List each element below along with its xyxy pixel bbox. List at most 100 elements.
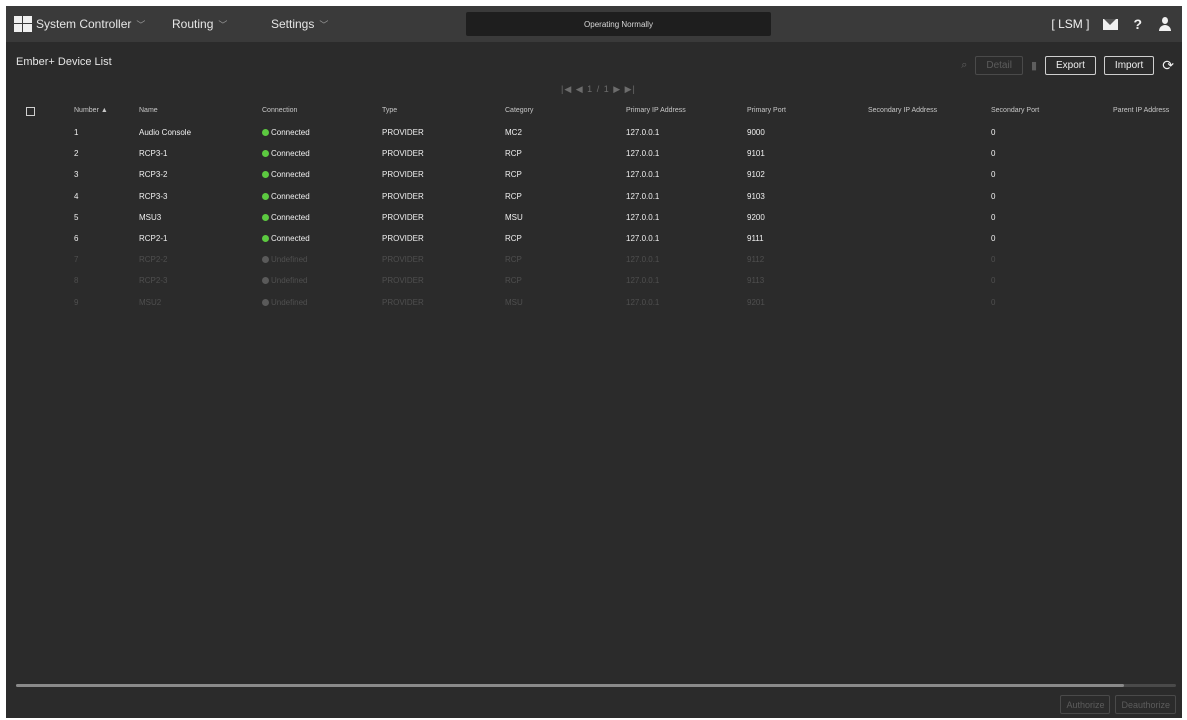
cell-connection: Undefined — [262, 255, 307, 264]
connection-text: Connected — [271, 170, 310, 180]
table-row[interactable]: 5 MSU3 Connected PROVIDER MSU 127.0.0.1 … — [6, 207, 1182, 228]
status-dot-icon — [262, 298, 269, 306]
routing-menu[interactable]: Routing ﹀ — [172, 6, 227, 42]
pagination[interactable]: |◀ ◀ 1 / 1 ▶ ▶| — [561, 84, 636, 95]
trash-icon[interactable]: ▮ — [1031, 59, 1037, 72]
header-secondary-ip[interactable]: Secondary IP Address — [868, 107, 937, 114]
table-body: 1 Audio Console Connected PROVIDER MC2 1… — [6, 122, 1182, 313]
cell-name: RCP3-1 — [139, 149, 168, 159]
cell-secondary-port: 0 — [991, 297, 996, 307]
top-right-controls: [ LSM ] ? — [1051, 6, 1182, 42]
cell-category: RCP — [505, 170, 522, 180]
status-dot-icon — [262, 277, 269, 285]
cell-connection: Connected — [262, 149, 310, 158]
status-dot-icon — [262, 129, 269, 136]
cell-connection: Undefined — [262, 298, 307, 307]
settings-label: Settings — [271, 17, 315, 31]
cell-type: PROVIDER — [382, 233, 424, 243]
table-row[interactable]: 1 Audio Console Connected PROVIDER MC2 1… — [6, 122, 1182, 143]
header-type[interactable]: Type — [382, 107, 397, 114]
cell-connection: Connected — [262, 128, 310, 137]
header-primary-port[interactable]: Primary Port — [747, 107, 786, 114]
lsm-mode-indicator[interactable]: [ LSM ] — [1051, 17, 1089, 31]
cell-secondary-port: 0 — [991, 212, 996, 222]
connection-text: Undefined — [271, 297, 308, 307]
connection-text: Connected — [271, 233, 310, 243]
table-row[interactable]: 8 RCP2-3 Undefined PROVIDER RCP 127.0.0.… — [6, 270, 1182, 291]
cell-secondary-port: 0 — [991, 233, 996, 243]
cell-primary-ip: 127.0.0.1 — [626, 297, 660, 307]
horizontal-scrollbar[interactable] — [16, 684, 1176, 687]
header-name[interactable]: Name — [139, 107, 158, 114]
cell-connection: Undefined — [262, 276, 307, 285]
table-row[interactable]: 6 RCP2-1 Connected PROVIDER RCP 127.0.0.… — [6, 228, 1182, 249]
connection-text: Connected — [271, 128, 310, 137]
cell-connection: Connected — [262, 192, 310, 201]
system-status-text: Operating Normally — [584, 19, 653, 29]
cell-primary-port: 9113 — [747, 276, 765, 286]
cell-primary-port: 9102 — [747, 170, 765, 180]
cell-category: RCP — [505, 233, 522, 243]
cell-primary-port: 9201 — [747, 297, 765, 307]
export-button[interactable]: Export — [1045, 55, 1096, 75]
cell-primary-ip: 127.0.0.1 — [626, 212, 660, 222]
device-table: Number ▲ Name Connection Type Category P… — [6, 102, 1182, 313]
deauthorize-button[interactable]: Deauthorize — [1115, 695, 1176, 714]
header-secondary-port[interactable]: Secondary Port — [991, 107, 1039, 114]
detail-button[interactable]: Detail — [975, 55, 1023, 75]
system-controller-menu[interactable]: System Controller ﹀ — [14, 6, 145, 42]
cell-primary-port: 9000 — [747, 128, 765, 137]
cell-number: 1 — [74, 128, 79, 137]
system-controller-logo-icon — [14, 16, 32, 32]
cell-category: RCP — [505, 149, 522, 159]
table-row[interactable]: 4 RCP3-3 Connected PROVIDER RCP 127.0.0.… — [6, 186, 1182, 207]
table-row[interactable]: 3 RCP3-2 Connected PROVIDER RCP 127.0.0.… — [6, 164, 1182, 185]
header-connection[interactable]: Connection — [262, 107, 297, 114]
header-parent-ip[interactable]: Parent IP Address — [1113, 107, 1169, 114]
cell-name: RCP3-3 — [139, 191, 168, 201]
import-button[interactable]: Import — [1103, 55, 1155, 75]
cell-secondary-port: 0 — [991, 276, 996, 286]
cell-name: RCP3-2 — [139, 170, 168, 180]
header-number[interactable]: Number ▲ — [74, 107, 108, 114]
refresh-icon[interactable]: ⟳ — [1162, 57, 1174, 74]
help-icon[interactable]: ? — [1133, 16, 1142, 32]
table-row[interactable]: 7 RCP2-2 Undefined PROVIDER RCP 127.0.0.… — [6, 249, 1182, 270]
header-primary-ip[interactable]: Primary IP Address — [626, 107, 686, 114]
cell-name: Audio Console — [139, 128, 192, 137]
cell-number: 5 — [74, 212, 79, 222]
connection-text: Connected — [271, 191, 310, 201]
cell-secondary-port: 0 — [991, 255, 996, 265]
authorize-button[interactable]: Authorize — [1060, 695, 1111, 714]
user-icon[interactable] — [1158, 17, 1172, 31]
connection-text: Connected — [271, 212, 310, 222]
table-header: Number ▲ Name Connection Type Category P… — [6, 102, 1182, 122]
search-icon[interactable]: ⌕ — [961, 59, 967, 72]
cell-name: RCP2-2 — [139, 255, 168, 265]
cell-type: PROVIDER — [382, 149, 424, 159]
status-dot-icon — [262, 192, 269, 200]
cell-primary-ip: 127.0.0.1 — [626, 255, 660, 265]
settings-menu[interactable]: Settings ﹀ — [271, 6, 328, 42]
cell-primary-ip: 127.0.0.1 — [626, 233, 660, 243]
cell-number: 6 — [74, 233, 79, 243]
mail-icon[interactable] — [1103, 18, 1119, 30]
cell-type: PROVIDER — [382, 297, 424, 307]
status-dot-icon — [262, 256, 269, 264]
scrollbar-thumb[interactable] — [16, 684, 1124, 687]
cell-secondary-port: 0 — [991, 128, 996, 137]
cell-type: PROVIDER — [382, 128, 424, 137]
header-category[interactable]: Category — [505, 107, 533, 114]
app-window: System Controller ﹀ Routing ﹀ Settings ﹀… — [6, 6, 1182, 718]
table-row[interactable]: 2 RCP3-1 Connected PROVIDER RCP 127.0.0.… — [6, 143, 1182, 164]
chevron-down-icon: ﹀ — [136, 19, 146, 30]
toolbar: ⌕ Detail ▮ Export Import ⟳ — [961, 55, 1174, 75]
table-row[interactable]: 9 MSU2 Undefined PROVIDER MSU 127.0.0.1 … — [6, 292, 1182, 313]
cell-primary-port: 9111 — [747, 233, 764, 243]
cell-primary-ip: 127.0.0.1 — [626, 149, 660, 159]
cell-connection: Connected — [262, 213, 310, 222]
cell-category: RCP — [505, 191, 522, 201]
cell-number: 2 — [74, 149, 79, 159]
select-all-checkbox[interactable] — [26, 107, 35, 116]
page-title: Ember+ Device List — [16, 56, 112, 68]
